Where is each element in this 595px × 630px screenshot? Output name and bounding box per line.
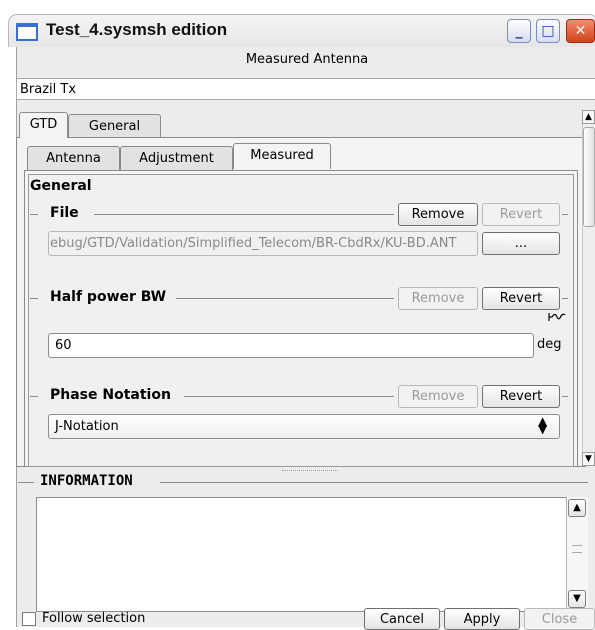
divider bbox=[562, 214, 568, 215]
half-power-revert-button[interactable]: Revert bbox=[482, 287, 560, 310]
tab-measured[interactable]: Measured bbox=[233, 143, 331, 169]
scroll-up-arrow-icon[interactable]: ▲ bbox=[582, 110, 595, 124]
tab-adjustment[interactable]: Adjustment bbox=[120, 146, 233, 170]
grip-icon bbox=[572, 545, 582, 553]
phase-notation-title: Phase Notation bbox=[50, 387, 171, 403]
select-updown-icon: ▲ ▼ bbox=[538, 414, 548, 436]
file-group-title: File bbox=[50, 205, 79, 221]
divider bbox=[184, 396, 394, 397]
phase-remove-button[interactable]: Remove bbox=[398, 385, 478, 408]
divider bbox=[30, 298, 38, 299]
follow-selection-label: Follow selection bbox=[42, 611, 146, 626]
info-scroll-down-icon[interactable]: ▼ bbox=[568, 590, 586, 608]
divider bbox=[562, 298, 568, 299]
information-title: INFORMATION bbox=[40, 473, 133, 489]
close-window-button[interactable]: ✕ bbox=[566, 19, 595, 43]
splitter-handle[interactable] bbox=[282, 470, 338, 472]
header-label: Measured Antenna bbox=[245, 52, 369, 67]
phase-notation-select[interactable]: J-Notation bbox=[48, 414, 560, 439]
half-power-bw-unit: deg bbox=[537, 337, 562, 352]
window-title: Test_4.sysmsh edition bbox=[46, 20, 228, 39]
window-icon bbox=[16, 23, 38, 41]
half-power-bw-input[interactable]: 60 bbox=[48, 333, 534, 358]
general-section-title: General bbox=[30, 178, 92, 194]
maximize-button[interactable]: □ bbox=[536, 19, 560, 43]
browse-file-button[interactable]: ... bbox=[482, 232, 560, 255]
divider bbox=[562, 396, 568, 397]
tab-gtd[interactable]: GTD bbox=[19, 112, 68, 138]
name-field[interactable]: Brazil Tx bbox=[16, 78, 595, 100]
divider bbox=[30, 214, 38, 215]
half-power-remove-button[interactable]: Remove bbox=[398, 287, 478, 310]
divider bbox=[18, 482, 34, 483]
file-path-field[interactable]: ebug/GTD/Validation/Simplified_Telecom/B… bbox=[48, 231, 478, 256]
follow-selection-checkbox[interactable] bbox=[22, 612, 36, 626]
minimize-button[interactable]: _ bbox=[507, 19, 531, 43]
scroll-down-arrow-icon[interactable]: ▼ bbox=[582, 452, 595, 466]
divider bbox=[30, 396, 38, 397]
half-power-bw-title: Half power BW bbox=[50, 289, 167, 305]
divider bbox=[160, 482, 588, 483]
tab-antenna[interactable]: Antenna bbox=[27, 146, 120, 170]
tab-general[interactable]: General bbox=[68, 114, 161, 138]
divider bbox=[94, 214, 394, 215]
curve-icon[interactable] bbox=[548, 311, 566, 323]
divider bbox=[176, 298, 394, 299]
scrollbar-thumb[interactable] bbox=[583, 127, 595, 227]
information-textarea[interactable] bbox=[36, 497, 588, 612]
phase-revert-button[interactable]: Revert bbox=[482, 385, 560, 408]
info-scroll-up-icon[interactable]: ▲ bbox=[568, 499, 586, 517]
file-revert-button[interactable]: Revert bbox=[482, 203, 560, 226]
file-remove-button[interactable]: Remove bbox=[398, 203, 478, 226]
